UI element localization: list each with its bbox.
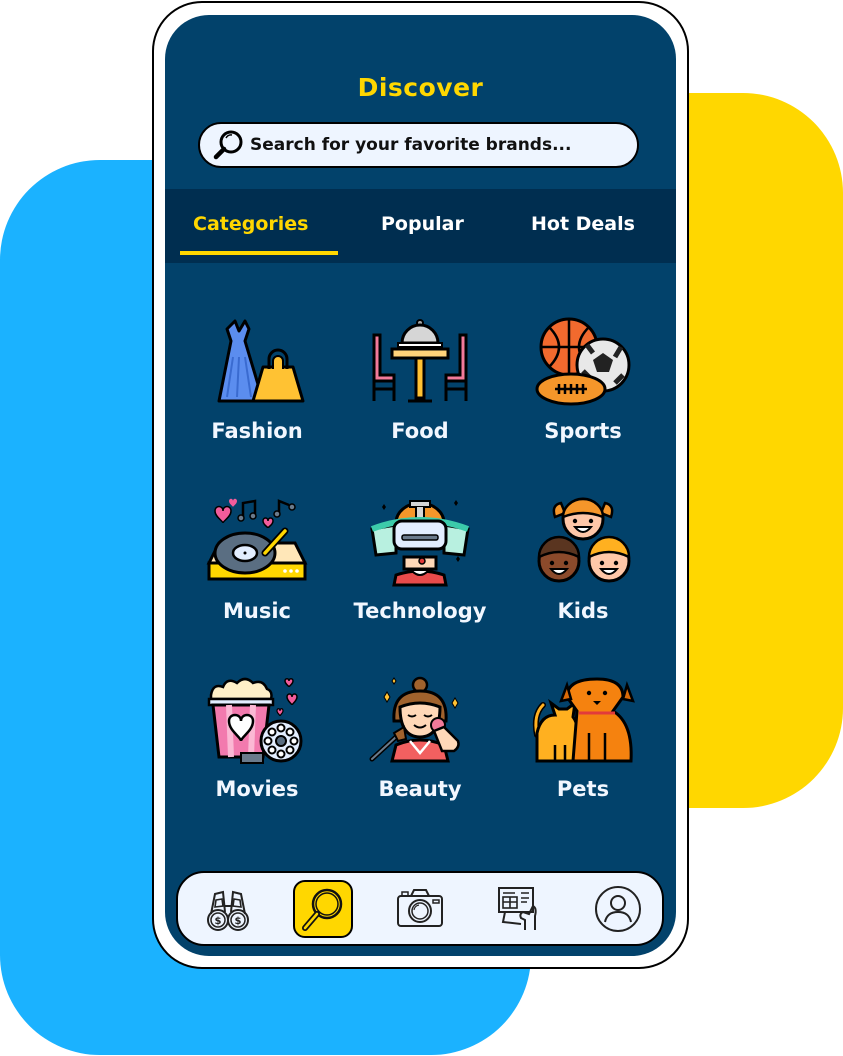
category-label: Pets <box>556 777 610 801</box>
category-pets[interactable]: Pets <box>503 675 663 801</box>
cat-and-dog-icon <box>532 677 635 763</box>
category-label: Kids <box>557 599 609 623</box>
category-movies[interactable]: Movies <box>177 675 337 801</box>
gift-card-icon <box>498 887 537 930</box>
category-label: Sports <box>544 419 622 443</box>
active-tab-indicator <box>180 251 338 255</box>
category-beauty[interactable]: Beauty <box>340 675 500 801</box>
vr-headset-icon <box>370 500 470 587</box>
category-label: Food <box>391 419 449 443</box>
category-food[interactable]: Food <box>340 317 500 443</box>
tab-popular[interactable]: Popular <box>381 213 464 235</box>
nav-deals[interactable]: $ $ <box>198 880 258 938</box>
tab-hot-deals[interactable]: Hot Deals <box>531 213 635 235</box>
category-technology[interactable]: Technology <box>340 497 500 623</box>
category-label: Fashion <box>211 419 303 443</box>
search-bar[interactable]: Search for your favorite brands... <box>198 122 639 168</box>
nav-gift-cards[interactable] <box>488 880 548 938</box>
tab-categories[interactable]: Categories <box>193 213 308 235</box>
dress-and-handbag-icon <box>217 319 305 403</box>
kids-faces-icon <box>537 497 631 583</box>
nav-camera[interactable] <box>390 880 450 938</box>
category-label: Movies <box>215 777 299 801</box>
search-placeholder[interactable]: Search for your favorite brands... <box>250 135 571 155</box>
svg-text:$: $ <box>215 916 222 927</box>
nav-profile[interactable] <box>588 880 648 938</box>
dining-table-icon <box>372 319 468 403</box>
bottom-nav: $ $ <box>176 871 664 946</box>
search-icon <box>213 130 243 160</box>
app-screen: Discover Search for your favorite brands… <box>165 15 676 956</box>
popcorn-film-icon <box>207 677 303 764</box>
page-title: Discover <box>357 73 484 102</box>
nav-discover[interactable] <box>293 880 353 938</box>
turntable-icon <box>206 498 308 581</box>
category-label: Music <box>223 599 291 623</box>
svg-text:$: $ <box>235 916 242 927</box>
binoculars-dollar-icon: $ $ <box>207 890 249 931</box>
sports-balls-icon <box>535 317 631 406</box>
category-fashion[interactable]: Fashion <box>177 317 337 443</box>
camera-icon <box>397 889 443 927</box>
category-music[interactable]: Music <box>177 497 337 623</box>
makeup-brush-icon <box>369 676 460 763</box>
category-label: Technology <box>353 599 487 623</box>
user-profile-icon <box>595 886 641 932</box>
tab-bar: Categories Popular Hot Deals <box>165 189 676 263</box>
search-icon <box>302 888 343 931</box>
category-sports[interactable]: Sports <box>503 317 663 443</box>
category-kids[interactable]: Kids <box>503 497 663 623</box>
category-label: Beauty <box>378 777 462 801</box>
